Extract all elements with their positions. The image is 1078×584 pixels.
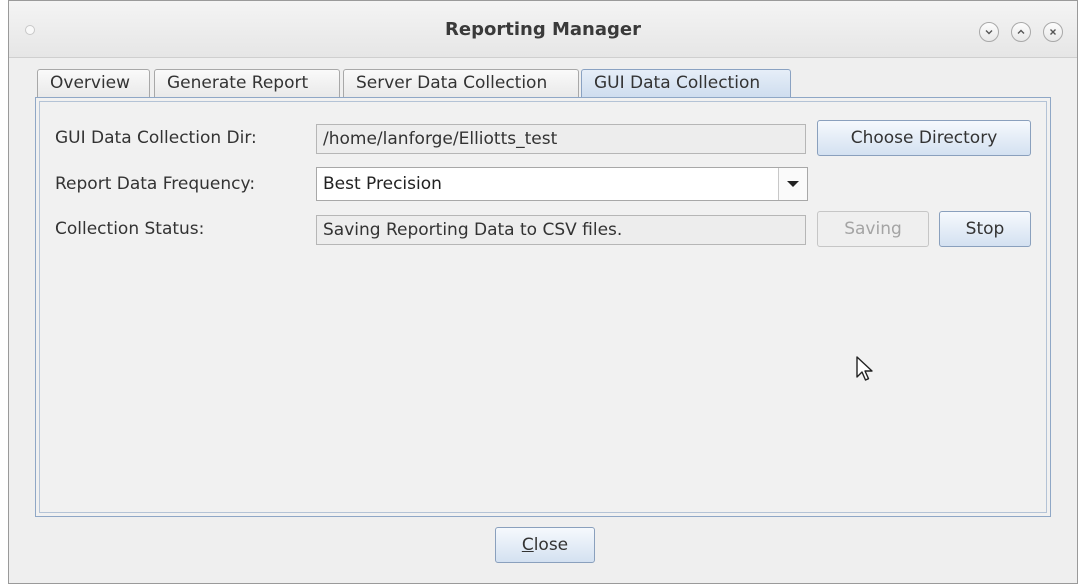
status-label: Collection Status:	[55, 219, 205, 239]
tab-overview[interactable]: Overview	[37, 69, 150, 97]
tab-server-data-collection[interactable]: Server Data Collection	[343, 69, 579, 97]
window-title: Reporting Manager	[445, 19, 641, 40]
frequency-select[interactable]: Best Precision	[316, 167, 808, 201]
close-button[interactable]: Close	[495, 527, 595, 563]
reporting-manager-window: Reporting Manager Overview Generate Repo…	[8, 0, 1078, 584]
close-mnemonic: C	[521, 535, 534, 555]
dir-label: GUI Data Collection Dir:	[55, 128, 257, 148]
dir-field: /home/lanforge/Elliotts_test	[316, 124, 806, 154]
choose-directory-button[interactable]: Choose Directory	[817, 120, 1031, 156]
tab-strip: Overview Generate Report Server Data Col…	[37, 69, 1047, 99]
tab-gui-data-collection[interactable]: GUI Data Collection	[581, 69, 791, 99]
status-field: Saving Reporting Data to CSV files.	[316, 215, 806, 245]
stop-button[interactable]: Stop	[939, 211, 1031, 247]
tab-content-panel: GUI Data Collection Dir: /home/lanforge/…	[35, 97, 1051, 517]
saving-button[interactable]: Saving	[817, 211, 929, 247]
tab-content-border	[39, 101, 1047, 513]
maximize-icon[interactable]	[1011, 22, 1031, 42]
close-icon[interactable]	[1043, 22, 1063, 42]
title-bar[interactable]: Reporting Manager	[9, 1, 1077, 58]
mouse-cursor-icon	[856, 356, 873, 381]
dropdown-arrow-icon[interactable]	[778, 168, 807, 200]
frequency-label: Report Data Frequency:	[55, 174, 256, 194]
frequency-select-value: Best Precision	[323, 174, 442, 194]
minimize-icon[interactable]	[979, 22, 999, 42]
tab-generate-report[interactable]: Generate Report	[154, 69, 340, 97]
close-label: lose	[533, 535, 569, 555]
